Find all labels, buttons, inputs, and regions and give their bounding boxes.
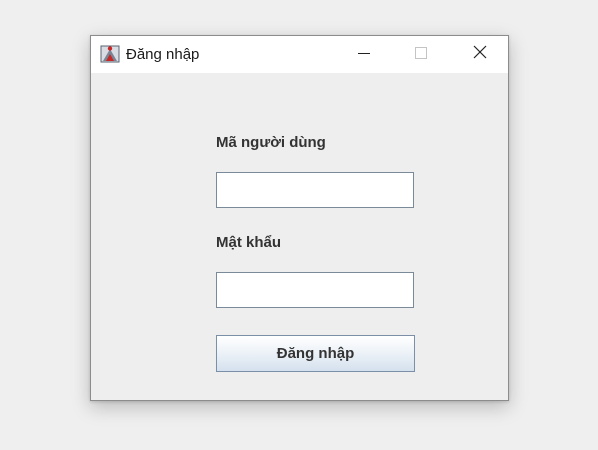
- window-titlebar[interactable]: Đăng nhập: [91, 36, 508, 73]
- password-label: Mật khẩu: [216, 234, 282, 251]
- password-input[interactable]: [216, 272, 414, 308]
- window-title: Đăng nhập: [126, 46, 200, 63]
- username-input[interactable]: [216, 172, 414, 208]
- login-window: Đăng nhập Mã người dùng Mật khẩu Đăng nh…: [90, 35, 509, 401]
- close-button[interactable]: [457, 36, 503, 73]
- java-app-icon: [100, 44, 120, 64]
- username-label: Mã người dùng: [216, 134, 326, 151]
- minimize-button[interactable]: [341, 36, 387, 73]
- minimize-icon: [358, 46, 370, 64]
- maximize-button[interactable]: [398, 36, 444, 73]
- close-icon: [473, 45, 487, 64]
- maximize-icon: [415, 46, 427, 64]
- login-button[interactable]: Đăng nhập: [216, 335, 415, 372]
